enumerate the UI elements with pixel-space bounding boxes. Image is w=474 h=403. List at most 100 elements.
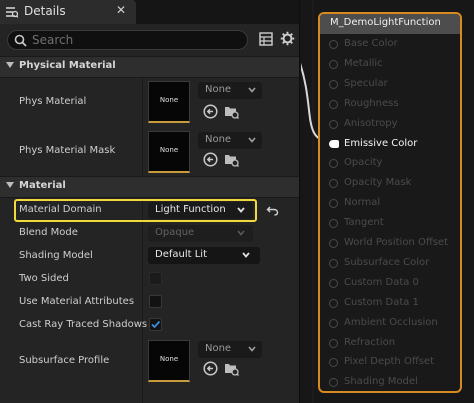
combo-value: None bbox=[205, 134, 232, 145]
use-selected-asset-icon[interactable] bbox=[203, 152, 218, 167]
input-pin-icon[interactable] bbox=[329, 319, 338, 328]
input-pin-icon[interactable] bbox=[329, 159, 338, 168]
tab-bar: Details ✕ bbox=[0, 0, 299, 24]
node-title: M_DemoLightFunction bbox=[330, 17, 441, 28]
two-sided-checkbox[interactable] bbox=[149, 272, 162, 285]
pin-label: Ambient Occlusion bbox=[344, 317, 438, 328]
browse-folder-icon[interactable] bbox=[224, 104, 239, 119]
pin-label: Base Color bbox=[344, 38, 398, 49]
input-pin-icon[interactable] bbox=[329, 199, 338, 208]
search-box[interactable] bbox=[7, 30, 248, 50]
input-pin-icon[interactable] bbox=[329, 299, 338, 308]
category-physical-material[interactable]: Physical Material bbox=[0, 56, 299, 78]
checkmark-icon bbox=[151, 320, 161, 329]
blend-mode-label: Blend Mode bbox=[19, 227, 78, 238]
pin-label: Refraction bbox=[344, 337, 396, 348]
pin-label: Specular bbox=[344, 78, 388, 89]
input-pin-icon[interactable] bbox=[329, 339, 338, 348]
phys-material-mask-thumbnail[interactable]: None bbox=[148, 131, 190, 173]
thumbnail-text: None bbox=[159, 146, 179, 154]
pin-label: Opacity Mask bbox=[344, 177, 412, 188]
input-pin-icon[interactable] bbox=[329, 40, 338, 49]
thumbnail-text: None bbox=[159, 96, 179, 104]
details-panel: Details ✕ Physical Material bbox=[0, 0, 300, 403]
category-label: Physical Material bbox=[19, 60, 116, 71]
input-pin-icon[interactable] bbox=[329, 279, 338, 288]
input-pin-icon[interactable] bbox=[329, 219, 338, 228]
chevron-down-icon bbox=[242, 252, 250, 258]
search-input[interactable] bbox=[32, 32, 242, 48]
pin-label: Normal bbox=[344, 197, 381, 208]
use-selected-asset-icon[interactable] bbox=[203, 104, 218, 119]
tab-title: Details bbox=[24, 4, 66, 18]
material-result-node[interactable]: M_DemoLightFunction Base Color Metallic Sp… bbox=[318, 12, 462, 393]
pin-label: Pixel Depth Offset bbox=[344, 356, 434, 367]
pin-label: Custom Data 0 bbox=[344, 277, 419, 288]
cast-ray-traced-shadows-label: Cast Ray Traced Shadows bbox=[19, 319, 148, 330]
combo-value: None bbox=[205, 343, 232, 354]
reset-to-default-icon[interactable] bbox=[266, 204, 279, 217]
two-sided-label: Two Sided bbox=[19, 273, 69, 284]
combo-value: None bbox=[205, 84, 232, 95]
phys-material-thumbnail[interactable]: None bbox=[148, 81, 190, 123]
category-label: Material bbox=[19, 180, 66, 191]
tab-details[interactable]: Details ✕ bbox=[0, 0, 136, 24]
close-icon[interactable]: ✕ bbox=[116, 3, 126, 17]
shading-model-label: Shading Model bbox=[19, 250, 93, 261]
pin-label: Roughness bbox=[344, 98, 399, 109]
pin-label: Subsurface Color bbox=[344, 257, 430, 268]
column-divider bbox=[142, 78, 143, 176]
editor-window: Details ✕ Physical Material bbox=[0, 0, 474, 403]
collapse-arrow-icon bbox=[6, 62, 14, 68]
input-pin-icon[interactable] bbox=[329, 60, 338, 69]
combo-value: Default Lit bbox=[155, 249, 207, 260]
input-pin-icon[interactable] bbox=[329, 358, 338, 367]
shading-model-combo[interactable]: Default Lit bbox=[148, 247, 260, 264]
chevron-down-icon bbox=[248, 87, 256, 93]
input-pin-icon[interactable] bbox=[329, 239, 338, 248]
table-view-icon[interactable] bbox=[259, 32, 273, 46]
use-selected-asset-icon[interactable] bbox=[203, 361, 218, 376]
chevron-down-icon bbox=[237, 230, 245, 236]
browse-folder-icon[interactable] bbox=[224, 361, 239, 376]
input-pin-icon[interactable] bbox=[329, 378, 338, 387]
use-material-attributes-checkbox[interactable] bbox=[149, 295, 162, 308]
input-pin-icon[interactable] bbox=[329, 140, 339, 148]
pin-label: Custom Data 1 bbox=[344, 297, 419, 308]
search-icon bbox=[14, 34, 27, 47]
pin-label: Metallic bbox=[344, 58, 383, 69]
subsurface-profile-thumbnail[interactable]: None bbox=[148, 340, 190, 382]
phys-material-mask-label: Phys Material Mask bbox=[19, 145, 116, 156]
chevron-down-icon bbox=[248, 346, 256, 352]
phys-material-label: Phys Material bbox=[19, 96, 87, 107]
node-header[interactable]: M_DemoLightFunction bbox=[320, 14, 460, 34]
column-divider bbox=[142, 198, 143, 403]
blend-mode-combo[interactable]: Opaque bbox=[148, 225, 253, 242]
subsurface-profile-label: Subsurface Profile bbox=[19, 355, 110, 366]
input-pin-icon[interactable] bbox=[329, 179, 338, 188]
collapse-arrow-icon bbox=[6, 182, 14, 188]
input-pin-icon[interactable] bbox=[329, 80, 338, 89]
category-material[interactable]: Material bbox=[0, 176, 299, 198]
search-row bbox=[0, 24, 299, 56]
chevron-down-icon bbox=[248, 137, 256, 143]
phys-material-combo[interactable]: None bbox=[198, 82, 262, 99]
pin-label: World Position Offset bbox=[344, 237, 448, 248]
input-pin-icon[interactable] bbox=[329, 120, 338, 129]
combo-value: Opaque bbox=[155, 227, 195, 238]
phys-material-mask-combo[interactable]: None bbox=[198, 132, 262, 149]
use-material-attributes-label: Use Material Attributes bbox=[19, 296, 135, 307]
browse-folder-icon[interactable] bbox=[224, 152, 239, 167]
pin-label: Shading Model bbox=[344, 376, 418, 387]
details-icon bbox=[6, 7, 18, 18]
pin-label: Opacity bbox=[344, 157, 383, 168]
thumbnail-text: None bbox=[159, 355, 179, 363]
pin-label: Tangent bbox=[344, 217, 384, 228]
input-pin-icon[interactable] bbox=[329, 259, 338, 268]
pin-label: Anisotropy bbox=[344, 118, 398, 129]
input-pin-icon[interactable] bbox=[329, 100, 338, 109]
cast-ray-traced-shadows-checkbox[interactable] bbox=[149, 318, 162, 331]
subsurface-profile-combo[interactable]: None bbox=[198, 341, 262, 358]
gear-icon[interactable] bbox=[280, 31, 295, 46]
pin-label: Emissive Color bbox=[344, 138, 418, 149]
